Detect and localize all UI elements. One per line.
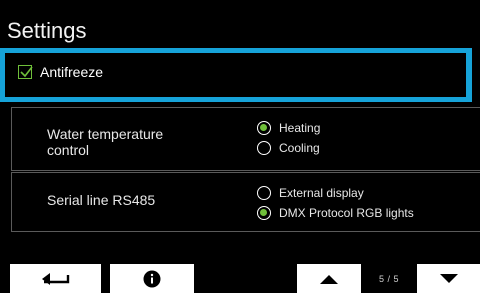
back-button[interactable] [10, 264, 101, 293]
page-indicator: 5 / 5 [378, 273, 399, 284]
info-button[interactable] [110, 264, 194, 293]
radio-cooling-label: Cooling [279, 141, 320, 155]
water-temperature-label: Water temperature control [47, 126, 164, 158]
back-return-icon [41, 272, 69, 285]
antifreeze-checkbox-row[interactable]: Antifreeze [18, 64, 103, 80]
checkmark-icon [20, 66, 33, 78]
radio-option-external-display[interactable]: External display [257, 183, 414, 203]
water-temperature-options: Heating Cooling [257, 118, 320, 158]
radio-dmx-protocol-label: DMX Protocol RGB lights [279, 206, 414, 220]
serial-line-options: External display DMX Protocol RGB lights [257, 183, 414, 223]
radio-option-heating[interactable]: Heating [257, 118, 320, 138]
water-temperature-panel: Water temperature control Heating Coolin… [11, 107, 480, 171]
radio-dmx-protocol[interactable] [257, 206, 271, 220]
arrow-down-icon [439, 273, 458, 283]
antifreeze-checkbox[interactable] [18, 65, 33, 79]
radio-external-display[interactable] [257, 186, 271, 200]
radio-heating[interactable] [257, 121, 271, 135]
page-up-button[interactable] [297, 264, 361, 293]
page-title: Settings [7, 18, 87, 43]
radio-cooling[interactable] [257, 141, 271, 155]
page-down-button[interactable] [417, 264, 480, 293]
antifreeze-label: Antifreeze [40, 64, 104, 80]
radio-heating-label: Heating [279, 121, 321, 135]
arrow-up-icon [320, 274, 338, 284]
serial-line-panel: Serial line RS485 External display DMX P… [11, 172, 480, 232]
serial-line-label: Serial line RS485 [47, 192, 156, 208]
radio-option-cooling[interactable]: Cooling [257, 138, 320, 158]
radio-option-dmx-protocol[interactable]: DMX Protocol RGB lights [257, 203, 414, 223]
radio-external-display-label: External display [279, 186, 364, 200]
info-icon [143, 270, 161, 287]
